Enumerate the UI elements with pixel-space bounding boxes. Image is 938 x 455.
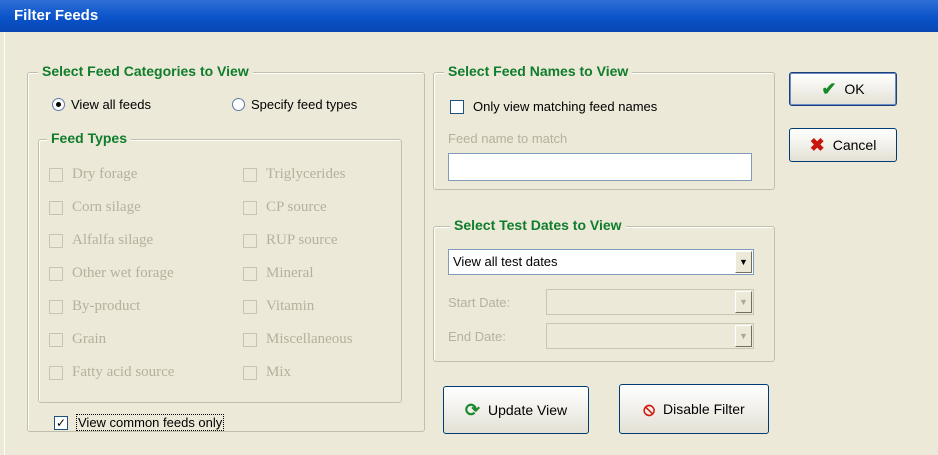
feed-name-match-input[interactable] (448, 153, 752, 181)
checkmark-icon: ✔ (821, 78, 837, 99)
dropdown-arrow-icon[interactable]: ▼ (735, 291, 752, 313)
prohibited-icon: ⦸ (643, 398, 656, 419)
feed-categories-group: Select Feed Categories to View View all … (27, 63, 425, 432)
feed-type-checkbox[interactable]: Miscellaneous (243, 331, 353, 348)
only-matching-names-label: Only view matching feed names (473, 99, 658, 114)
checkmark-icon: ✓ (54, 415, 68, 430)
feed-names-group: Select Feed Names to View Only view matc… (433, 63, 775, 190)
update-view-button[interactable]: ⟳ Update View (443, 386, 589, 434)
start-date-select[interactable]: ▼ (546, 289, 754, 315)
end-date-select[interactable]: ▼ (546, 323, 754, 349)
disable-filter-label: Disable Filter (663, 401, 745, 417)
feed-type-checkbox[interactable]: Mix (243, 364, 291, 381)
feed-type-checkbox[interactable]: Fatty acid source (49, 364, 174, 381)
x-icon: ✖ (809, 134, 825, 155)
feed-type-checkbox[interactable]: Grain (49, 331, 106, 348)
start-date-label: Start Date: (448, 295, 511, 310)
only-matching-names-checkbox[interactable]: Only view matching feed names (450, 99, 657, 114)
refresh-icon: ⟳ (464, 399, 480, 420)
radio-selected-icon (52, 98, 65, 111)
feed-type-checkbox[interactable]: By-product (49, 298, 140, 315)
feed-type-checkbox[interactable]: RUP source (243, 232, 338, 249)
test-dates-selected-value: View all test dates (453, 254, 558, 269)
disable-filter-button[interactable]: ⦸ Disable Filter (619, 384, 769, 434)
update-view-label: Update View (487, 402, 568, 418)
ok-button[interactable]: ✔ OK (789, 72, 897, 106)
dropdown-arrow-icon[interactable]: ▼ (735, 251, 752, 273)
radio-unselected-icon (232, 98, 245, 111)
specify-feed-types-radio[interactable]: Specify feed types (232, 97, 357, 112)
feed-type-checkbox[interactable]: Alfalfa silage (49, 232, 153, 249)
feed-types-group: Feed Types Dry forage Corn silage Alfalf… (38, 130, 402, 403)
feed-categories-legend: Select Feed Categories to View (38, 63, 253, 79)
feed-type-checkbox[interactable]: Vitamin (243, 298, 314, 315)
feed-type-checkbox[interactable]: Dry forage (49, 166, 137, 183)
dialog-body: Select Feed Categories to View View all … (4, 32, 935, 455)
window-title: Filter Feeds (14, 7, 99, 24)
view-all-feeds-label: View all feeds (71, 97, 151, 112)
view-common-feeds-checkbox[interactable]: ✓ View common feeds only (54, 414, 225, 431)
test-dates-group: Select Test Dates to View View all test … (433, 217, 775, 362)
feed-name-match-label: Feed name to match (448, 131, 568, 146)
view-all-feeds-radio[interactable]: View all feeds (52, 97, 151, 112)
view-common-feeds-label: View common feeds only (75, 414, 225, 431)
specify-feed-types-label: Specify feed types (251, 97, 358, 112)
test-dates-select[interactable]: View all test dates ▼ (448, 249, 754, 275)
feed-type-checkbox[interactable]: CP source (243, 199, 327, 216)
feed-names-legend: Select Feed Names to View (444, 63, 633, 79)
ok-label: OK (844, 81, 865, 97)
feed-type-checkbox[interactable]: Other wet forage (49, 265, 174, 282)
test-dates-legend: Select Test Dates to View (450, 217, 626, 233)
dropdown-arrow-icon[interactable]: ▼ (735, 325, 752, 347)
end-date-label: End Date: (448, 329, 506, 344)
cancel-label: Cancel (832, 137, 877, 153)
feed-type-checkbox[interactable]: Mineral (243, 265, 313, 282)
feed-type-checkbox[interactable]: Triglycerides (243, 166, 345, 183)
feed-type-checkbox[interactable]: Corn silage (49, 199, 141, 216)
feed-types-legend: Feed Types (47, 130, 131, 146)
cancel-button[interactable]: ✖ Cancel (789, 128, 897, 162)
title-bar: Filter Feeds (0, 0, 938, 32)
